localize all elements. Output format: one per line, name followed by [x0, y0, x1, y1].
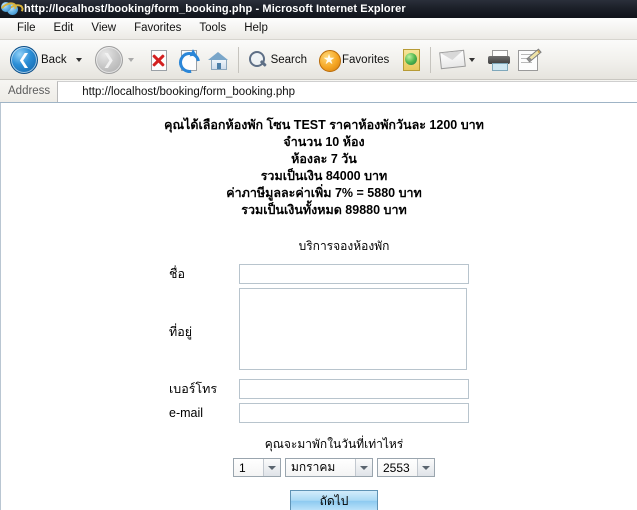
name-input[interactable]	[239, 264, 469, 284]
mail-button[interactable]	[436, 43, 484, 77]
stop-icon	[147, 49, 169, 71]
year-chevron-down-icon[interactable]	[417, 459, 434, 476]
menu-item-file[interactable]: File	[8, 21, 45, 36]
page-viewport: คุณได้เลือกห้องพัก โซน TEST ราคาห้องพักว…	[0, 103, 637, 510]
summary-line-subtotal: รวมเป็นเงิน 84000 บาท	[260, 169, 388, 183]
window-title: http://localhost/booking/form_booking.ph…	[24, 3, 406, 15]
home-button[interactable]	[203, 43, 233, 77]
booking-form-table: ชื่อ ที่อยู่ เบอร์โทร e-mail	[169, 262, 469, 425]
menu-item-help[interactable]: Help	[235, 21, 277, 36]
address-label: ที่อยู่	[169, 324, 193, 339]
form-row-phone: เบอร์โทร	[169, 377, 469, 401]
day-chevron-down-icon[interactable]	[263, 459, 280, 476]
submit-row: ถัดไป	[290, 490, 378, 510]
refresh-icon	[174, 47, 204, 77]
name-label: ชื่อ	[169, 267, 185, 281]
forward-button[interactable]: ❯	[91, 43, 143, 77]
forward-history-chevron-down-icon[interactable]	[127, 57, 134, 62]
favorites-button-label: Favorites	[342, 53, 390, 66]
back-button[interactable]: ❮ Back	[6, 43, 91, 77]
email-field-cell	[239, 401, 469, 425]
printer-icon	[488, 49, 511, 71]
address-bar-label: Address	[8, 85, 51, 97]
back-arrow-icon: ❮	[10, 45, 38, 74]
envelope-icon	[439, 49, 467, 70]
toolbar-separator-2	[430, 46, 432, 73]
menu-item-view[interactable]: View	[82, 21, 125, 36]
year-select-value: 2553	[383, 460, 410, 475]
month-select[interactable]: มกราคม	[285, 458, 373, 477]
search-icon	[248, 50, 268, 70]
summary-line-total: รวมเป็นเงินทั้งหมด 89880 บาท	[241, 203, 407, 217]
booking-summary: คุณได้เลือกห้องพัก โซน TEST ราคาห้องพักว…	[11, 117, 637, 219]
summary-line-vat: ค่าภาษีมูลละค่าเพิ่ม 7% = 5880 บาท	[226, 186, 422, 200]
address-url-text: http://localhost/booking/form_booking.ph…	[82, 85, 296, 98]
browser-toolbar: ❮ Back ❯ Search ★ Favorites	[0, 40, 637, 80]
day-select[interactable]: 1	[233, 458, 281, 477]
summary-line-zone-price: คุณได้เลือกห้องพัก โซน TEST ราคาห้องพักว…	[164, 118, 484, 132]
email-input[interactable]	[239, 403, 469, 423]
address-field-cell	[239, 286, 469, 377]
address-textarea[interactable]	[239, 288, 467, 370]
media-icon	[401, 49, 421, 71]
summary-line-room-count: จำนวน 10 ห้อง	[283, 135, 365, 149]
name-field-cell	[239, 262, 469, 286]
mail-chevron-down-icon[interactable]	[469, 57, 476, 62]
ie-browser-window: http://localhost/booking/form_booking.ph…	[0, 0, 637, 510]
search-button-label: Search	[270, 53, 308, 66]
toolbar-separator	[237, 46, 239, 73]
date-selectors: 1 มกราคม 2553	[233, 458, 435, 477]
print-button[interactable]	[484, 43, 514, 77]
menu-item-favorites[interactable]: Favorites	[125, 21, 190, 36]
edit-button[interactable]	[514, 43, 544, 77]
date-question-label: คุณจะมาพักในวันที่เท่าไหร่	[264, 437, 404, 451]
email-label: e-mail	[169, 406, 204, 420]
form-row-name: ชื่อ	[169, 262, 469, 286]
home-icon	[207, 49, 229, 71]
stop-button[interactable]	[143, 43, 173, 77]
star-icon: ★	[319, 49, 342, 72]
edit-page-icon	[518, 47, 543, 71]
window-title-bar: http://localhost/booking/form_booking.ph…	[0, 0, 637, 21]
forward-arrow-icon: ❯	[94, 45, 123, 74]
form-row-email: e-mail	[169, 401, 469, 425]
media-button[interactable]	[397, 43, 425, 77]
menu-item-tools[interactable]: Tools	[190, 21, 235, 36]
back-button-label: Back	[41, 53, 67, 66]
summary-line-days: ห้องละ 7 วัน	[291, 152, 357, 166]
menu-bar: File Edit View Favorites Tools Help	[0, 18, 637, 40]
page-favicon-icon	[0, 0, 76, 98]
month-chevron-down-icon[interactable]	[355, 459, 372, 476]
booking-page: คุณได้เลือกห้องพัก โซน TEST ราคาห้องพักว…	[1, 103, 637, 510]
phone-label: เบอร์โทร	[169, 382, 218, 396]
next-button[interactable]: ถัดไป	[290, 490, 378, 510]
year-select[interactable]: 2553	[377, 458, 435, 477]
day-select-value: 1	[239, 460, 246, 475]
menu-item-edit[interactable]: Edit	[45, 21, 83, 36]
form-title: บริการจองห้องพัก	[298, 239, 390, 253]
phone-input[interactable]	[239, 379, 469, 399]
favorites-button[interactable]: ★ Favorites	[315, 43, 397, 77]
back-history-chevron-down-icon[interactable]	[75, 57, 82, 62]
booking-form: บริการจองห้องพัก ชื่อ ที่อยู่ เบอร์โทร e…	[1, 237, 637, 510]
month-select-value: มกราคม	[291, 460, 336, 474]
search-button[interactable]: Search	[244, 43, 315, 77]
address-bar: Address http://localhost/booking/form_bo…	[0, 0, 637, 103]
phone-field-cell	[239, 377, 469, 401]
refresh-button[interactable]	[173, 43, 204, 77]
address-input[interactable]: http://localhost/booking/form_booking.ph…	[0, 0, 637, 102]
form-row-address: ที่อยู่	[169, 286, 469, 377]
